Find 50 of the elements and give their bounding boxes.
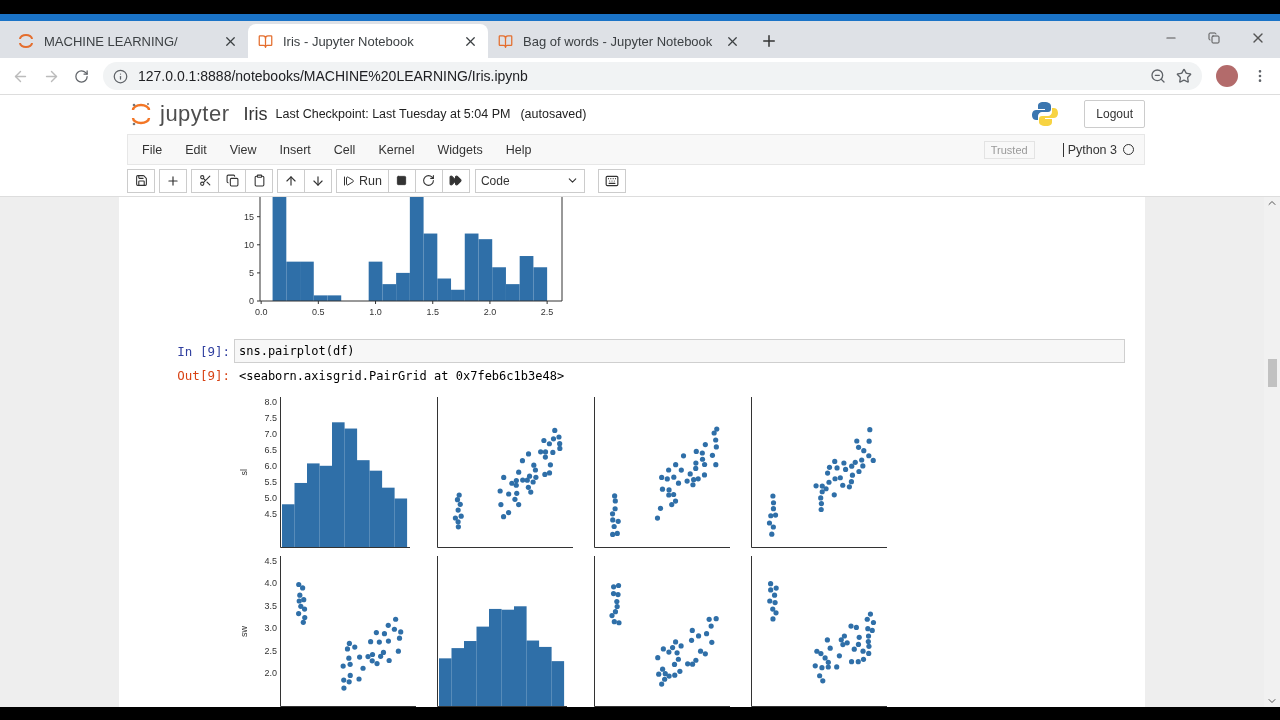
menu-item[interactable]: Widgets: [427, 142, 496, 157]
run-button[interactable]: Run: [336, 168, 389, 193]
axis-tick-label: 1.0: [369, 307, 382, 317]
kernel-name: Python 3: [1062, 142, 1117, 157]
axis-tick-label: 0: [249, 296, 254, 306]
menu-item[interactable]: View: [219, 142, 270, 157]
menu-item[interactable]: Cell: [323, 142, 369, 157]
axis-tick-label: 2.5: [540, 307, 554, 317]
menu-item[interactable]: File: [132, 142, 176, 157]
axis-label: sl: [239, 469, 249, 476]
axis-tick-label: 3.0: [264, 623, 277, 634]
axis-tick-label: 4.0: [264, 578, 277, 589]
axis-tick-label: 0.5: [312, 307, 325, 317]
menu-item[interactable]: Kernel: [368, 142, 428, 157]
jupyter-logo[interactable]: jupyter: [160, 101, 230, 127]
input-prompt: In [9]:: [176, 343, 231, 359]
browser-tab[interactable]: MACHINE LEARNING/: [8, 24, 248, 58]
axis-tick-label: 7.0: [264, 429, 277, 439]
axis-tick-label: 2.5: [264, 645, 277, 656]
notebook-name[interactable]: Iris: [243, 103, 268, 125]
menu-item[interactable]: Help: [495, 142, 545, 157]
address-bar[interactable]: 127.0.0.1:8888/notebooks/MACHINE%20LEARNING/Iris.ipynb: [103, 62, 1202, 90]
axis-tick-label: 8.0: [264, 397, 277, 407]
axis-tick-label: 4.5: [264, 556, 277, 566]
axis-tick-label: 10: [244, 239, 254, 250]
axis-tick-label: 15: [244, 211, 254, 222]
axis-tick-label: 2.0: [483, 307, 497, 317]
axis-tick-label: 7.5: [264, 413, 277, 423]
output-prompt: Out[9]:: [176, 368, 231, 383]
axis-tick-label: 6.5: [264, 445, 277, 455]
browser-tab[interactable]: Iris - Jupyter Notebook: [248, 24, 488, 58]
axis-tick-label: 4.5: [264, 509, 277, 519]
menu-item[interactable]: Edit: [175, 142, 220, 157]
axis-label: sw: [239, 626, 249, 637]
axis-tick-label: 5.5: [264, 477, 277, 487]
menu-item[interactable]: Insert: [269, 142, 324, 157]
logout-button[interactable]: Logout: [1084, 100, 1145, 128]
axis-tick-label: 2.0: [264, 667, 277, 678]
axis-tick-label: 6.0: [264, 461, 277, 471]
browser-tab[interactable]: Bag of words - Jupyter Notebook: [488, 24, 750, 58]
autosave-status: (autosaved): [520, 107, 587, 121]
output-text: <seaborn.axisgrid.PairGrid at 0x7feb6c1b3e48>: [238, 368, 565, 383]
axis-tick-label: 3.5: [264, 600, 277, 611]
checkpoint-text: Last Checkpoint: Last Tuesday at 5:04 PM: [275, 107, 511, 121]
axis-tick-label: 1.5: [426, 307, 439, 317]
axis-tick-label: 5.0: [264, 493, 277, 503]
axis-tick-label: 0.0: [254, 307, 268, 317]
axis-tick-label: 5: [249, 267, 254, 278]
code-cell[interactable]: sns.pairplot(df): [234, 339, 1125, 363]
cell-type-dropdown[interactable]: Code: [474, 168, 585, 193]
